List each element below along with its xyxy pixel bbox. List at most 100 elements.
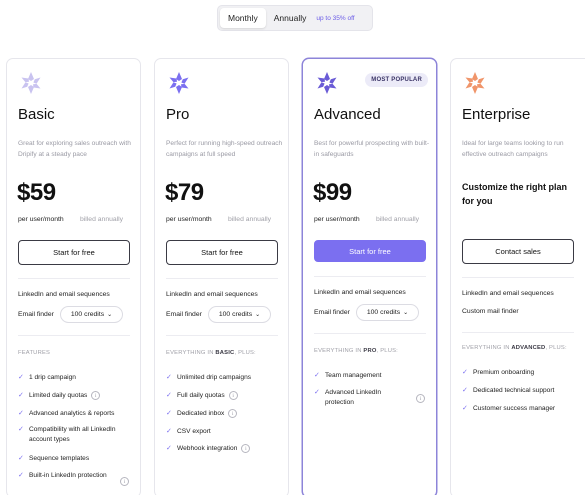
heading-suffix: , PLUS: [545,345,567,351]
check-icon: ✓ [462,387,468,394]
feature-item: ✓ Dedicated inbox i [166,409,284,419]
credits-dropdown[interactable]: 100 credits ⌄ [356,304,419,321]
plan-card-basic: Basic Great for exploring sales outreach… [6,58,141,495]
sequences-label: LinkedIn and email sequences [166,291,258,298]
feature-text: Built-in LinkedIn protection [29,472,107,479]
heading-prefix: EVERYTHING IN [166,350,216,356]
feature-item: ✓ Sequence templates [18,454,136,464]
info-icon[interactable]: i [416,394,425,403]
contact-sales-button[interactable]: Contact sales [462,239,574,264]
custom-pricing-text: Customize the right plan for you [462,182,568,206]
divider [314,333,426,334]
check-icon: ✓ [314,372,320,379]
check-icon: ✓ [462,405,468,412]
start-for-free-button[interactable]: Start for free [18,240,130,265]
plan-name: Enterprise [462,106,531,123]
check-icon: ✓ [166,445,172,452]
check-icon: ✓ [18,426,24,433]
sequences-label: LinkedIn and email sequences [314,289,406,296]
dripify-logo-icon [465,72,485,94]
heading-plan-name: ADVANCED [511,345,546,351]
feature-text: Advanced LinkedIn protection [325,389,382,406]
feature-text: 1 drip campaign [29,374,76,381]
chevron-down-icon: ⌄ [255,312,261,318]
feature-item: ✓ Advanced analytics & reports [18,409,136,419]
credits-dropdown[interactable]: 100 credits ⌄ [208,306,271,323]
billing-note: billed annually [228,216,272,223]
billing-annually-option[interactable]: Annually [266,8,315,28]
feature-item: ✓ CSV export [166,427,284,437]
plan-card-enterprise: Enterprise Ideal for large teams looking… [450,58,585,495]
divider [18,278,130,279]
feature-item: ✓ Customer success manager [462,404,580,414]
features-heading: EVERYTHING IN PRO, PLUS: [314,348,398,354]
plan-name: Pro [166,106,190,123]
divider [462,332,574,333]
dripify-logo-icon [169,72,189,94]
price-unit: per user/month [314,216,360,223]
check-icon: ✓ [18,455,24,462]
feature-item: ✓ 1 drip campaign [18,373,136,383]
heading-prefix: EVERYTHING IN [314,348,364,354]
email-finder-label: Email finder [18,311,54,318]
divider [462,277,574,278]
feature-item: ✓ Built-in LinkedIn protection [18,471,136,481]
plan-description: Best for powerful prospecting with built… [314,140,430,158]
credits-dropdown[interactable]: 100 credits ⌄ [60,306,123,323]
divider [166,278,278,279]
check-icon: ✓ [18,392,24,399]
chevron-down-icon: ⌄ [403,310,409,316]
check-icon: ✓ [18,410,24,417]
annual-discount-label: up to 35% off [316,14,355,22]
divider [166,335,278,336]
feature-item: ✓ Dedicated technical support [462,386,580,396]
features-heading: FEATURES [18,350,51,356]
info-icon[interactable]: i [120,477,129,486]
heading-suffix: , PLUS: [376,348,398,354]
heading-plan-name: BASIC [215,350,235,356]
billing-monthly-option[interactable]: Monthly [220,8,266,28]
plan-price: $99 [313,179,352,206]
feature-text: CSV export [177,428,211,435]
feature-text: Webhook integration [177,445,238,452]
feature-item: ✓ Full daily quotas i [166,391,284,401]
price-unit: per user/month [166,216,212,223]
credits-value: 100 credits [70,311,105,318]
plan-price: $79 [165,179,204,206]
info-icon[interactable]: i [241,444,251,453]
info-icon[interactable]: i [228,391,238,400]
feature-item: ✓ Premium onboarding [462,368,580,378]
heading-plan-name: PRO [363,348,377,354]
info-icon[interactable]: i [91,391,101,400]
heading-suffix: , PLUS: [234,350,256,356]
mail-finder-label: Custom mail finder [462,308,519,315]
check-icon: ✓ [462,369,468,376]
plan-name: Advanced [314,106,381,123]
dripify-logo-icon [21,72,41,94]
check-icon: ✓ [18,472,24,479]
sequences-label: LinkedIn and email sequences [462,290,554,297]
feature-item: ✓ Team management [314,371,432,381]
feature-text: Full daily quotas [177,392,225,399]
check-icon: ✓ [314,389,320,396]
plan-card-advanced: MOST POPULAR Advanced Best for powerful … [302,58,437,495]
feature-text: Unlimited drip campaigns [177,374,252,381]
feature-text: Limited daily quotas [29,392,88,399]
heading-prefix: EVERYTHING IN [462,345,512,351]
start-for-free-button[interactable]: Start for free [314,240,426,262]
start-for-free-button[interactable]: Start for free [166,240,278,265]
feature-item: ✓ Advanced LinkedIn protection [314,388,432,408]
check-icon: ✓ [166,392,172,399]
most-popular-badge: MOST POPULAR [365,73,428,87]
email-finder-label: Email finder [166,311,202,318]
chevron-down-icon: ⌄ [107,312,113,318]
feature-item: ✓ Webhook integration i [166,444,284,454]
plan-description: Perfect for running high-speed outreach … [166,140,283,158]
email-finder-label: Email finder [314,309,350,316]
feature-text: Dedicated inbox [177,410,225,417]
billing-toggle: Monthly Annually up to 35% off [217,5,373,31]
check-icon: ✓ [166,410,172,417]
divider [314,276,426,277]
info-icon[interactable]: i [228,409,238,418]
billing-note: billed annually [80,216,124,223]
